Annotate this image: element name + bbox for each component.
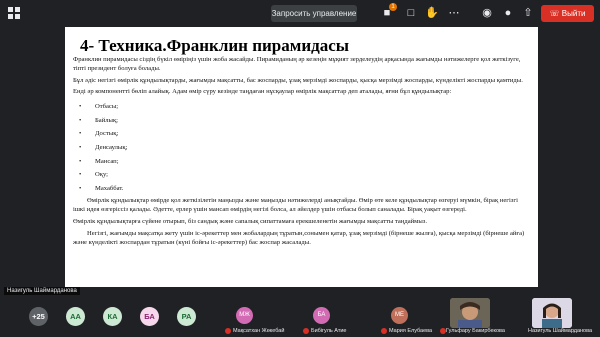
list-item: Достық;	[73, 127, 529, 141]
participant-tile-name: Бибігуль Атиe	[311, 328, 347, 334]
list-item: Отбасы;	[73, 100, 529, 114]
list-item: Оқу;	[73, 168, 529, 182]
participant-tile-name: Мақсатхан Жөкебай	[233, 328, 285, 334]
slide-paragraph: Өмірлік құндылықтар өмірде қол жеткізіле…	[73, 197, 518, 214]
presenter-name-tag: Назигуль Шаймарданова	[4, 287, 80, 295]
share-screen-icon[interactable]: ⇧	[520, 5, 536, 21]
raise-hand-icon[interactable]: ✋	[424, 5, 440, 21]
more-options-icon[interactable]: ⋯	[446, 5, 462, 21]
participant-tile-name: Гульфару Бакирбекова	[446, 328, 505, 334]
slide-paragraph: Бұл әдіс негізгі өмірлік құндылықтарды, …	[73, 76, 523, 84]
participant-avatar[interactable]: АА	[66, 307, 85, 326]
slide-paragraph: Енді әр компонентті бөліп алайық. Адам ө…	[73, 88, 452, 96]
participant-tile-name: Мария Елубаева	[389, 328, 433, 334]
participant-video-tile[interactable]	[450, 298, 490, 328]
slide-body: Франклин пирамидасы сіздің бүкіл өміріңі…	[73, 56, 529, 250]
slide-title: 4- Техника.Франклин пирамидасы	[80, 36, 350, 55]
participant-avatar[interactable]: БА	[140, 307, 159, 326]
participant-avatar[interactable]: КА	[103, 307, 122, 326]
participant-tile-avatar[interactable]: МЖ	[236, 307, 253, 324]
leave-label: Выйти	[561, 9, 586, 18]
leave-button[interactable]: ☏ Выйти	[541, 5, 594, 22]
participant-video	[532, 298, 572, 328]
meeting-toolbar: Запросить управление ■ 1 □ ✋ ⋯ ◉ ● ⇧ ☏ В…	[0, 0, 600, 26]
list-item: Денсаулық;	[73, 141, 529, 155]
phone-icon: ☏	[549, 9, 560, 18]
slide-paragraph: Өмірлік құндылықтарға сүйене отырып, біз…	[73, 217, 428, 225]
list-item: Мансап;	[73, 155, 529, 169]
more-participants-button[interactable]: +25	[29, 307, 48, 326]
slide-paragraph: Негізгі, жағымды мақсатқа жету үшін іс-ә…	[73, 229, 525, 246]
participant-tile-avatar[interactable]: МЕ	[391, 307, 408, 324]
participant-video	[450, 298, 490, 328]
participant-tile-avatar[interactable]: БА	[313, 307, 330, 324]
participants-strip	[0, 298, 600, 337]
values-list: Отбасы; Байлық; Достық; Денсаулық; Манса…	[73, 100, 529, 195]
participant-avatar[interactable]: РА	[177, 307, 196, 326]
chat-icon[interactable]: □	[403, 5, 419, 21]
request-control-button[interactable]: Запросить управление	[271, 5, 357, 22]
mic-muted-icon	[303, 328, 309, 334]
notification-badge: 1	[389, 3, 397, 11]
list-item: Махаббат.	[73, 182, 529, 196]
grid-view-icon[interactable]	[8, 7, 20, 19]
list-item: Байлық;	[73, 114, 529, 128]
participant-tile-name: Назигуль Шаймарданова	[528, 328, 593, 334]
mic-muted-icon	[225, 328, 231, 334]
participant-video-tile[interactable]	[532, 298, 572, 328]
mic-muted-icon	[381, 328, 387, 334]
slide-paragraph: Франклин пирамидасы сіздің бүкіл өміріңі…	[73, 56, 521, 72]
camera-off-icon[interactable]: ◉	[479, 5, 495, 21]
shared-slide: 4- Техника.Франклин пирамидасы Франклин …	[65, 27, 538, 287]
mic-off-icon[interactable]: ●	[500, 5, 516, 21]
